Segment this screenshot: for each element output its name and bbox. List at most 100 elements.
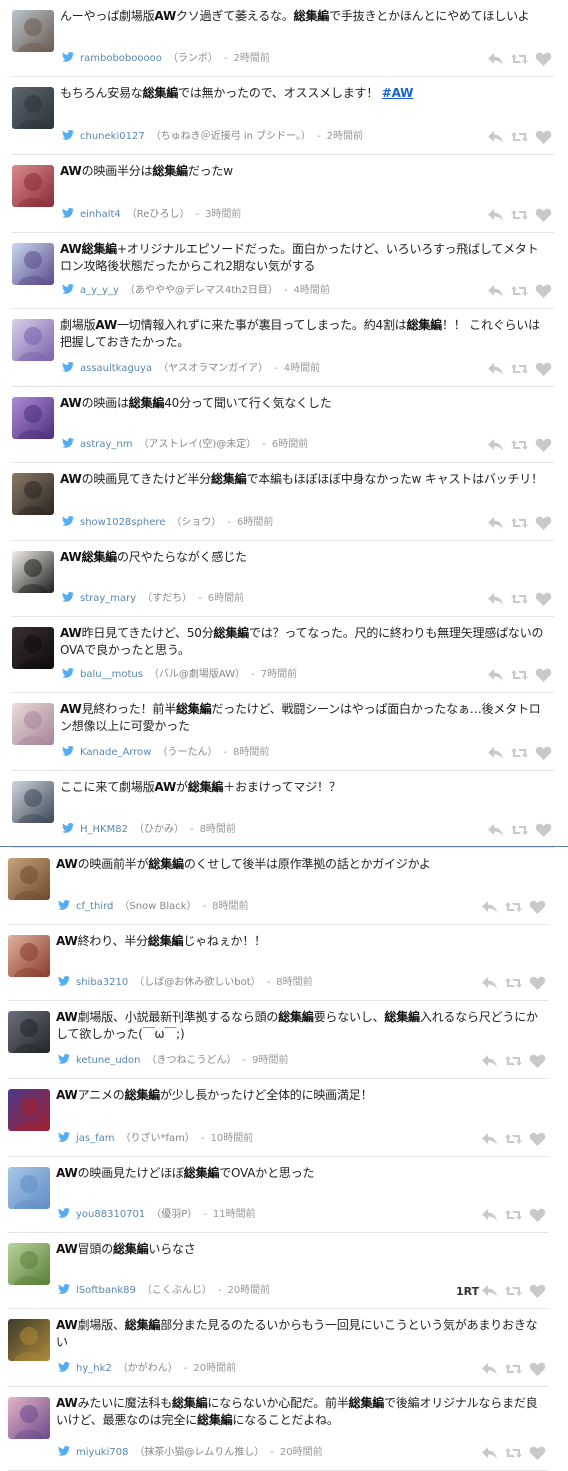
timestamp[interactable]: 8時間前 <box>200 824 236 835</box>
favorite-icon[interactable] <box>535 283 552 298</box>
retweet-icon[interactable] <box>505 1053 522 1067</box>
favorite-icon[interactable] <box>535 361 552 376</box>
timestamp[interactable]: 2時間前 <box>327 131 363 142</box>
timestamp[interactable]: 7時間前 <box>261 669 297 680</box>
avatar[interactable] <box>12 397 54 439</box>
reply-icon[interactable] <box>481 975 498 989</box>
user-display-name[interactable]: （バル@劇場版AW） <box>149 669 245 680</box>
timestamp[interactable]: 9時間前 <box>252 1055 288 1066</box>
reply-icon[interactable] <box>487 822 504 836</box>
user-display-name[interactable]: （抹茶小猫@レムりん推し） <box>134 1447 264 1458</box>
timestamp[interactable]: 20時間前 <box>227 1285 270 1296</box>
reply-icon[interactable] <box>481 1361 498 1375</box>
avatar[interactable] <box>8 1089 50 1131</box>
user-display-name[interactable]: （しば@お休み欲しいbot） <box>134 977 260 988</box>
retweet-icon[interactable] <box>511 437 528 451</box>
retweet-icon[interactable] <box>511 591 528 605</box>
timestamp[interactable]: 8時間前 <box>233 747 269 758</box>
timestamp[interactable]: 6時間前 <box>237 517 273 528</box>
reply-icon[interactable] <box>487 283 504 297</box>
timestamp[interactable]: 6時間前 <box>272 439 308 450</box>
favorite-icon[interactable] <box>535 515 552 530</box>
retweet-icon[interactable] <box>511 207 528 221</box>
hashtag-link[interactable]: #AW <box>382 86 414 100</box>
retweet-icon[interactable] <box>511 129 528 143</box>
avatar[interactable] <box>12 551 54 593</box>
reply-icon[interactable] <box>487 437 504 451</box>
retweet-icon[interactable] <box>505 1131 522 1145</box>
avatar[interactable] <box>12 87 54 129</box>
favorite-icon[interactable] <box>535 591 552 606</box>
retweet-icon[interactable] <box>505 899 522 913</box>
avatar[interactable] <box>8 935 50 977</box>
user-handle[interactable]: show1028sphere <box>80 517 165 528</box>
avatar[interactable] <box>12 627 54 669</box>
retweet-icon[interactable] <box>511 822 528 836</box>
reply-icon[interactable] <box>481 1283 498 1297</box>
user-display-name[interactable]: （すだち） <box>142 593 192 604</box>
user-handle[interactable]: rambobobooooo <box>80 53 162 64</box>
user-handle[interactable]: jas_fam <box>76 1133 115 1144</box>
timestamp[interactable]: 4時間前 <box>293 285 329 296</box>
timestamp[interactable]: 8時間前 <box>212 901 248 912</box>
user-display-name[interactable]: （こくぶんじ） <box>142 1285 212 1296</box>
user-handle[interactable]: astray_nm <box>80 439 133 450</box>
timestamp[interactable]: 8時間前 <box>276 977 312 988</box>
avatar[interactable] <box>8 1319 50 1361</box>
reply-icon[interactable] <box>481 1131 498 1145</box>
timestamp[interactable]: 20時間前 <box>280 1447 323 1458</box>
retweet-icon[interactable] <box>505 1361 522 1375</box>
user-handle[interactable]: you88310701 <box>76 1209 145 1220</box>
reply-icon[interactable] <box>481 899 498 913</box>
favorite-icon[interactable] <box>535 207 552 222</box>
favorite-icon[interactable] <box>529 899 546 914</box>
reply-icon[interactable] <box>487 515 504 529</box>
avatar[interactable] <box>12 243 54 285</box>
retweet-icon[interactable] <box>511 745 528 759</box>
retweet-icon[interactable] <box>505 1207 522 1221</box>
user-display-name[interactable]: （かがわん） <box>118 1363 178 1374</box>
avatar[interactable] <box>12 703 54 745</box>
user-handle[interactable]: a_y_y_y <box>80 285 119 296</box>
reply-icon[interactable] <box>481 1053 498 1067</box>
favorite-icon[interactable] <box>535 129 552 144</box>
avatar[interactable] <box>12 319 54 361</box>
favorite-icon[interactable] <box>529 1445 546 1460</box>
user-display-name[interactable]: （Snow Black） <box>119 901 196 912</box>
retweet-icon[interactable] <box>511 361 528 375</box>
user-display-name[interactable]: （うーたん） <box>157 747 217 758</box>
favorite-icon[interactable] <box>535 437 552 452</box>
avatar[interactable] <box>8 1243 50 1285</box>
reply-icon[interactable] <box>487 361 504 375</box>
favorite-icon[interactable] <box>529 1361 546 1376</box>
user-handle[interactable]: cf_third <box>76 901 113 912</box>
avatar[interactable] <box>12 10 54 52</box>
favorite-icon[interactable] <box>535 667 552 682</box>
user-display-name[interactable]: （アストレイ(空)@未定） <box>139 439 257 450</box>
retweet-icon[interactable] <box>511 667 528 681</box>
avatar[interactable] <box>8 1167 50 1209</box>
user-display-name[interactable]: （Reひろし） <box>127 209 190 220</box>
user-display-name[interactable]: （りざい*fam） <box>121 1133 195 1144</box>
user-handle[interactable]: H_HKM82 <box>80 824 128 835</box>
user-handle[interactable]: stray_mary <box>80 593 136 604</box>
reply-icon[interactable] <box>481 1207 498 1221</box>
reply-icon[interactable] <box>487 51 504 65</box>
retweet-icon[interactable] <box>511 515 528 529</box>
avatar[interactable] <box>12 781 54 823</box>
user-display-name[interactable]: （ひかみ） <box>134 824 184 835</box>
retweet-icon[interactable] <box>505 1283 522 1297</box>
user-display-name[interactable]: （ヤスオラマンガイア） <box>158 363 268 374</box>
favorite-icon[interactable] <box>529 1207 546 1222</box>
user-handle[interactable]: lSoftbank89 <box>76 1285 136 1296</box>
reply-icon[interactable] <box>487 129 504 143</box>
avatar[interactable] <box>12 165 54 207</box>
user-display-name[interactable]: （ちゅねき＠近接弓 in ブシドー。） <box>151 131 311 142</box>
reply-icon[interactable] <box>487 667 504 681</box>
avatar[interactable] <box>8 1397 50 1439</box>
reply-icon[interactable] <box>487 591 504 605</box>
timestamp[interactable]: 10時間前 <box>211 1133 254 1144</box>
reply-icon[interactable] <box>487 745 504 759</box>
favorite-icon[interactable] <box>529 1283 546 1298</box>
favorite-icon[interactable] <box>535 51 552 66</box>
